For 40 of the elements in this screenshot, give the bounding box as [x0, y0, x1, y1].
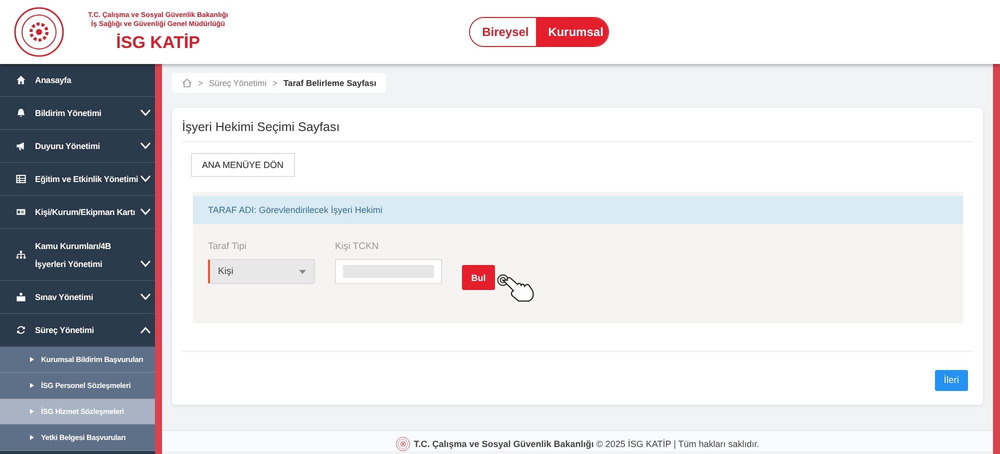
page-title: İşyeri Hekimi Seçimi Sayfası [182, 108, 973, 142]
breadcrumb-item[interactable]: Süreç Yönetimi [208, 78, 266, 88]
party-banner: TARAF ADI: Görevlendirilecek İşyeri Hekimi [193, 196, 963, 224]
field-label: Taraf Tipi [208, 241, 248, 252]
ministry-seal-logo [14, 7, 64, 57]
megaphone-icon [16, 141, 26, 151]
search-button[interactable]: Bul [462, 265, 495, 290]
chevron-down-icon [140, 293, 151, 301]
card-icon [16, 207, 26, 217]
back-button[interactable]: ANA MENÜYE DÖN [191, 153, 295, 177]
chevron-up-icon [140, 326, 151, 334]
bullet-triangle-icon [30, 409, 34, 414]
segment-toggle[interactable]: Kurumsal [536, 18, 608, 46]
scrollbar[interactable] [155, 64, 162, 454]
chevron-down-icon [140, 175, 151, 183]
home-icon [16, 75, 26, 85]
footer-copyright: T.C. Çalışma ve Sosyal Güvenlik Bakanlığı © 2025 İSG KATİP | Tüm hakları saklıdır. [414, 439, 760, 449]
caret-icon [299, 270, 306, 274]
scrollbar[interactable] [993, 64, 1000, 454]
chevron-down-icon [140, 260, 151, 268]
chevron-down-icon [140, 142, 151, 150]
brand-title: İSG KATİP [116, 33, 200, 53]
chevron-down-icon [140, 208, 151, 216]
breadcrumb-item: Taraf Belirleme Sayfası [283, 78, 376, 88]
list-icon [16, 174, 26, 184]
bullet-triangle-icon [30, 357, 34, 362]
bullet-triangle-icon [30, 435, 34, 440]
pointing-hand-icon [496, 273, 536, 303]
sitemap-icon [16, 250, 26, 260]
refresh-icon [16, 325, 26, 335]
exam-icon [16, 292, 26, 302]
bullet-triangle-icon [30, 383, 34, 388]
field-label: Kişi TCKN [335, 241, 380, 252]
breadcrumb-separator: > [198, 78, 203, 88]
bell-icon [16, 108, 26, 118]
home-icon[interactable] [182, 78, 192, 88]
tckn-input-field[interactable] [335, 259, 442, 284]
party-type-dropdown[interactable]: Kişi [208, 259, 315, 284]
breadcrumb-separator: > [272, 78, 278, 88]
chevron-down-icon [140, 109, 151, 117]
